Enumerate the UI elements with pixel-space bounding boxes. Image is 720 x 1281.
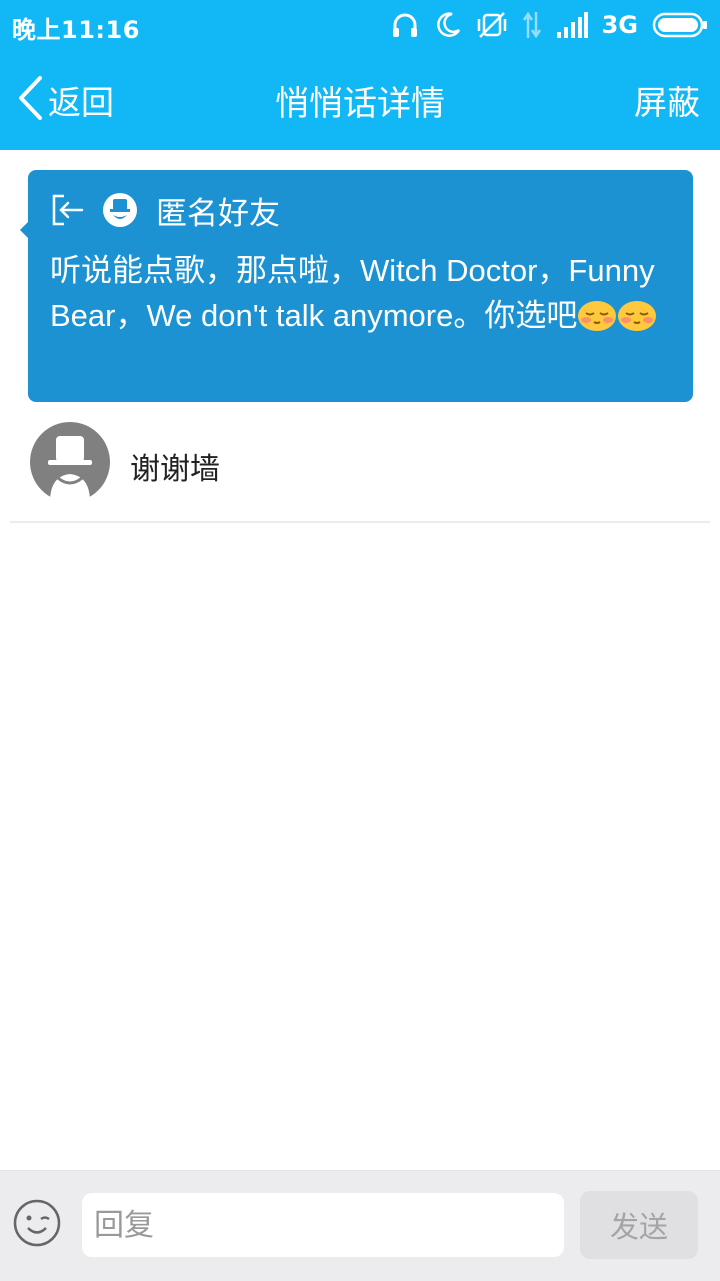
reply-bar: 发送: [0, 1170, 720, 1281]
status-time: 晚上11:16: [12, 16, 140, 44]
card-pointer: [20, 222, 28, 238]
reply-input[interactable]: [82, 1193, 564, 1257]
message-body: 听说能点歌，那点啦，Witch Doctor，Funny Bear，We don…: [50, 248, 677, 344]
data-arrows-icon: [522, 10, 542, 40]
status-bar: 晚上11:16 3G: [0, 0, 720, 50]
signal-icon: [556, 12, 588, 38]
blush-emoji-icon: [577, 298, 617, 344]
emoji-icon[interactable]: [12, 1198, 62, 1248]
moon-icon: [434, 11, 462, 39]
network-type: 3G: [601, 11, 638, 39]
title-bar: 返回 悄悄话详情 屏蔽: [0, 50, 720, 150]
comment-text: 谢谢墙: [130, 452, 220, 487]
status-icons: 3G: [390, 8, 708, 42]
anonymous-avatar-icon[interactable]: [30, 422, 110, 502]
sender-name: 匿名好友: [156, 195, 280, 232]
block-button[interactable]: 屏蔽: [634, 76, 700, 124]
vibrate-off-icon: [476, 10, 508, 40]
page-title: 悄悄话详情: [275, 84, 445, 124]
headphones-icon: [390, 10, 420, 40]
message-header: 匿名好友: [50, 190, 280, 232]
anonymous-badge-icon: [102, 192, 138, 228]
blush-emoji-icon: [617, 298, 657, 344]
send-button[interactable]: 发送: [580, 1191, 698, 1259]
exit-icon[interactable]: [50, 193, 84, 227]
divider: [10, 521, 710, 523]
battery-icon: [652, 12, 708, 38]
message-card: 匿名好友 听说能点歌，那点啦，Witch Doctor，Funny Bear，W…: [20, 170, 693, 402]
comment-row[interactable]: 谢谢墙: [0, 412, 720, 523]
message-text: 听说能点歌，那点啦，Witch Doctor，Funny Bear，We don…: [50, 253, 655, 333]
